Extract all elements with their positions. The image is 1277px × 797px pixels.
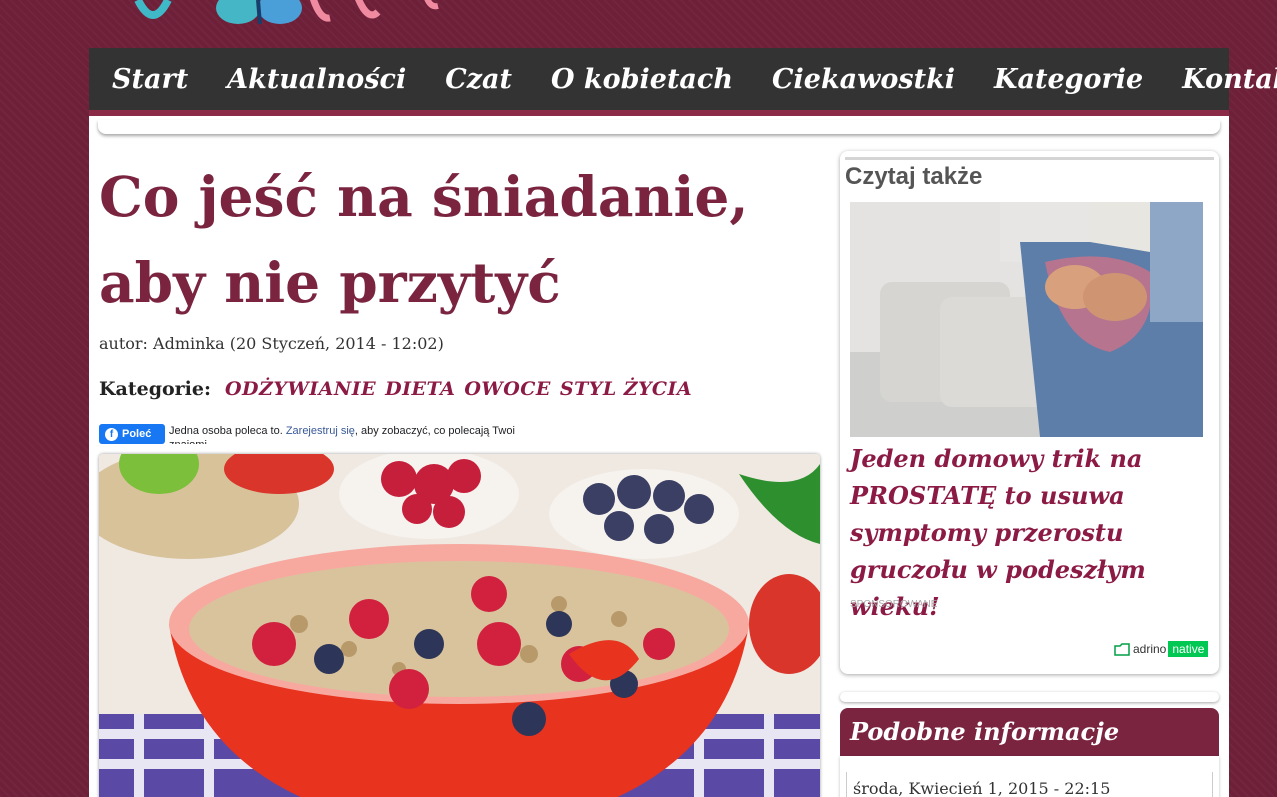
category-link-styl-zycia[interactable]: STYL ŻYCIA [560, 378, 692, 400]
facebook-register-link[interactable]: Zarejestruj się [286, 425, 355, 437]
nav-item-start[interactable]: Start [112, 64, 188, 95]
article-author: autor: Adminka (20 Styczeń, 2014 - 12:02… [99, 334, 444, 353]
facebook-like-button[interactable]: f Poleć [99, 424, 165, 444]
main-nav: Start Aktualności Czat O kobietach Cieka… [89, 48, 1277, 110]
nav-item-kategorie[interactable]: Kategorie [994, 64, 1143, 95]
categories-label: Kategorie: [99, 378, 211, 400]
sidebar-divider-bar [840, 692, 1219, 702]
top-divider-bar [98, 120, 1220, 134]
article-categories: Kategorie: ODŻYWIANIE DIETA OWOCE STYL Ż… [99, 378, 701, 400]
facebook-icon: f [105, 427, 118, 441]
read-also-card: Czytaj także Jeden domowy trik na PROSTA… [840, 151, 1219, 674]
adrino-native-badge[interactable]: adrino native [1114, 641, 1209, 657]
adrino-logo-icon [1114, 642, 1130, 656]
nav-item-o-kobietach[interactable]: O kobietach [551, 64, 733, 95]
article-hero-image [99, 454, 820, 797]
related-heading: Podobne informacje [840, 708, 1219, 756]
related-list: środa, Kwiecień 1, 2015 - 22:15 [840, 756, 1219, 797]
ad-sponsored-label: SPONSOROWANE [850, 599, 938, 610]
article-title: Co jeść na śniadanie, aby nie przytyć [99, 164, 749, 315]
adrino-logo: adrino [1114, 642, 1168, 656]
category-link-owoce[interactable]: OWOCE [464, 378, 551, 400]
ad-headline[interactable]: Jeden domowy trik na PROSTATĘ to usuwa s… [850, 440, 1210, 625]
native-tag: native [1168, 641, 1209, 657]
ad-image[interactable] [850, 202, 1203, 437]
nav-item-aktualnosci[interactable]: Aktualności [227, 64, 406, 95]
site-logo[interactable] [108, 0, 448, 28]
page-content: Co jeść na śniadanie, aby nie przytyć au… [89, 116, 1229, 797]
facebook-text-before: Jedna osoba poleca to. [169, 425, 286, 437]
butterfly-logo-icon [134, 0, 302, 25]
read-also-rule [845, 157, 1214, 160]
nav-item-kontakt[interactable]: Kontakt [1182, 64, 1277, 95]
nav-item-czat[interactable]: Czat [445, 64, 512, 95]
facebook-like-text: Jedna osoba poleca to. Zarejestruj się, … [169, 424, 529, 444]
read-also-heading: Czytaj także [845, 163, 983, 190]
category-link-odzywianie[interactable]: ODŻYWIANIE [225, 378, 376, 400]
adrino-brand-name: adrino [1133, 642, 1167, 656]
nav-item-ciekawostki[interactable]: Ciekawostki [772, 64, 955, 95]
related-item-date[interactable]: środa, Kwiecień 1, 2015 - 22:15 [846, 772, 1213, 797]
facebook-like-label: Poleć [122, 428, 152, 440]
category-link-dieta[interactable]: DIETA [385, 378, 455, 400]
